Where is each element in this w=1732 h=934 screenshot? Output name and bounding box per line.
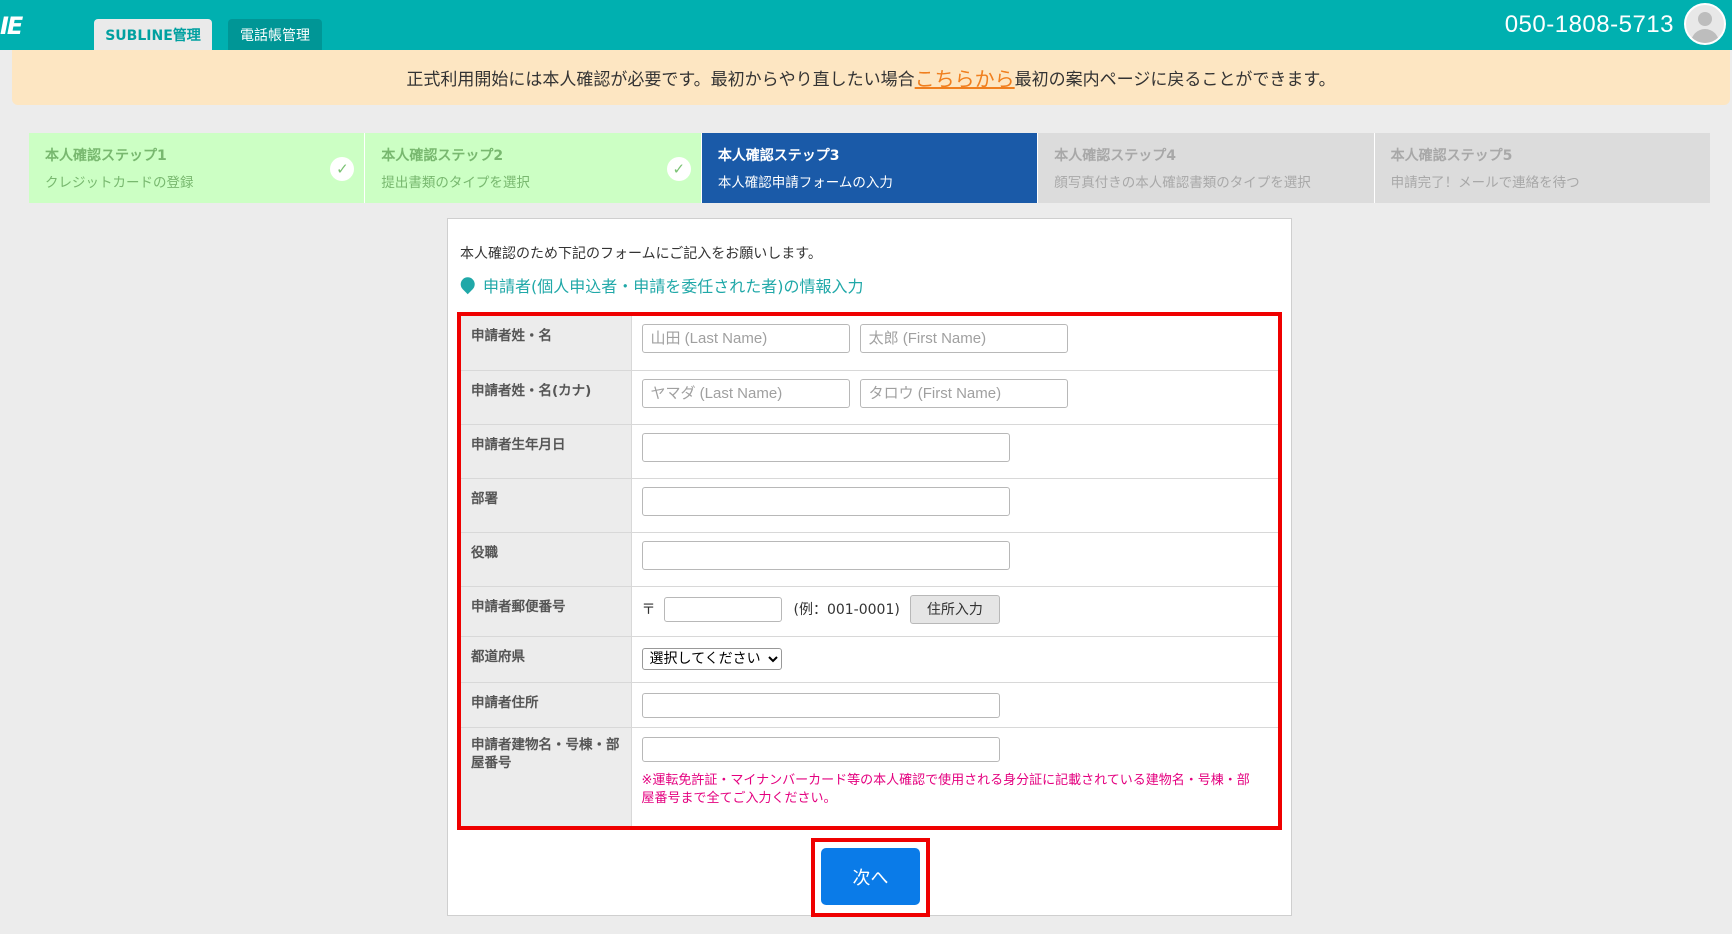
avatar-icon[interactable]: [1684, 3, 1726, 45]
step-subtitle: 申請完了！メールで連絡を待つ: [1390, 175, 1580, 191]
section-heading: 申請者(個人申込者・申請を委任された者)の情報入力: [457, 273, 864, 297]
brand-logo: IE: [0, 12, 23, 40]
step-title: 本人確認ステップ4: [1054, 148, 1176, 164]
step-title: 本人確認ステップ5: [1390, 148, 1513, 164]
step-title: 本人確認ステップ3: [717, 148, 840, 164]
step-subtitle: 本人確認申請フォームの入力: [717, 175, 893, 191]
avatar-body: [1691, 29, 1719, 43]
step-subtitle: クレジットカードの登録: [45, 175, 194, 191]
step-subtitle: 提出書類のタイプを選択: [381, 175, 530, 191]
form-panel: 本人確認のため下記のフォームにご記入をお願いします。 申請者(個人申込者・申請を…: [447, 218, 1292, 917]
step-title: 本人確認ステップ1: [45, 148, 167, 164]
step-2: 本人確認ステップ2 提出書類のタイプを選択 ✓: [365, 133, 702, 203]
check-icon: ✓: [666, 157, 691, 181]
notice-banner: 正式利用開始には本人確認が必要です。最初からやり直したい場合 こちらから 最初の案内…: [12, 50, 1730, 105]
step-indicator: 本人確認ステップ1 クレジットカードの登録 ✓ 本人確認ステップ2 提出書類のタ…: [29, 133, 1711, 203]
step-title: 本人確認ステップ2: [381, 148, 504, 164]
avatar-head: [1698, 12, 1712, 26]
highlight-form-box: [457, 312, 1282, 830]
step-4: 本人確認ステップ4 顔写真付きの本人確認書類のタイプを選択: [1038, 133, 1375, 203]
notice-text-after: 最初の案内ページに戻ることができます。: [1014, 70, 1336, 90]
top-header: IE SUBLINE管理 電話帳管理 050-1808-5713: [0, 0, 1732, 50]
tab-subline[interactable]: SUBLINE管理: [94, 19, 212, 50]
section-heading-text: 申請者(個人申込者・申請を委任された者)の情報入力: [483, 277, 864, 296]
phone-number: 050-1808-5713: [1504, 11, 1674, 38]
notice-text-before: 正式利用開始には本人確認が必要です。最初からやり直したい場合: [406, 70, 915, 90]
step-subtitle: 顔写真付きの本人確認書類のタイプを選択: [1054, 175, 1311, 191]
step-3: 本人確認ステップ3 本人確認申請フォームの入力: [701, 133, 1039, 203]
form-intro: 本人確認のため下記のフォームにご記入をお願いします。: [460, 246, 822, 262]
step-1: 本人確認ステップ1 クレジットカードの登録 ✓: [29, 133, 366, 203]
step-5: 本人確認ステップ5 申請完了！メールで連絡を待つ: [1374, 133, 1711, 203]
restart-link[interactable]: こちらから: [915, 63, 1015, 92]
next-button[interactable]: 次へ: [821, 848, 920, 905]
speech-bubble-icon: [457, 274, 478, 295]
tab-phonebook[interactable]: 電話帳管理: [228, 19, 322, 50]
